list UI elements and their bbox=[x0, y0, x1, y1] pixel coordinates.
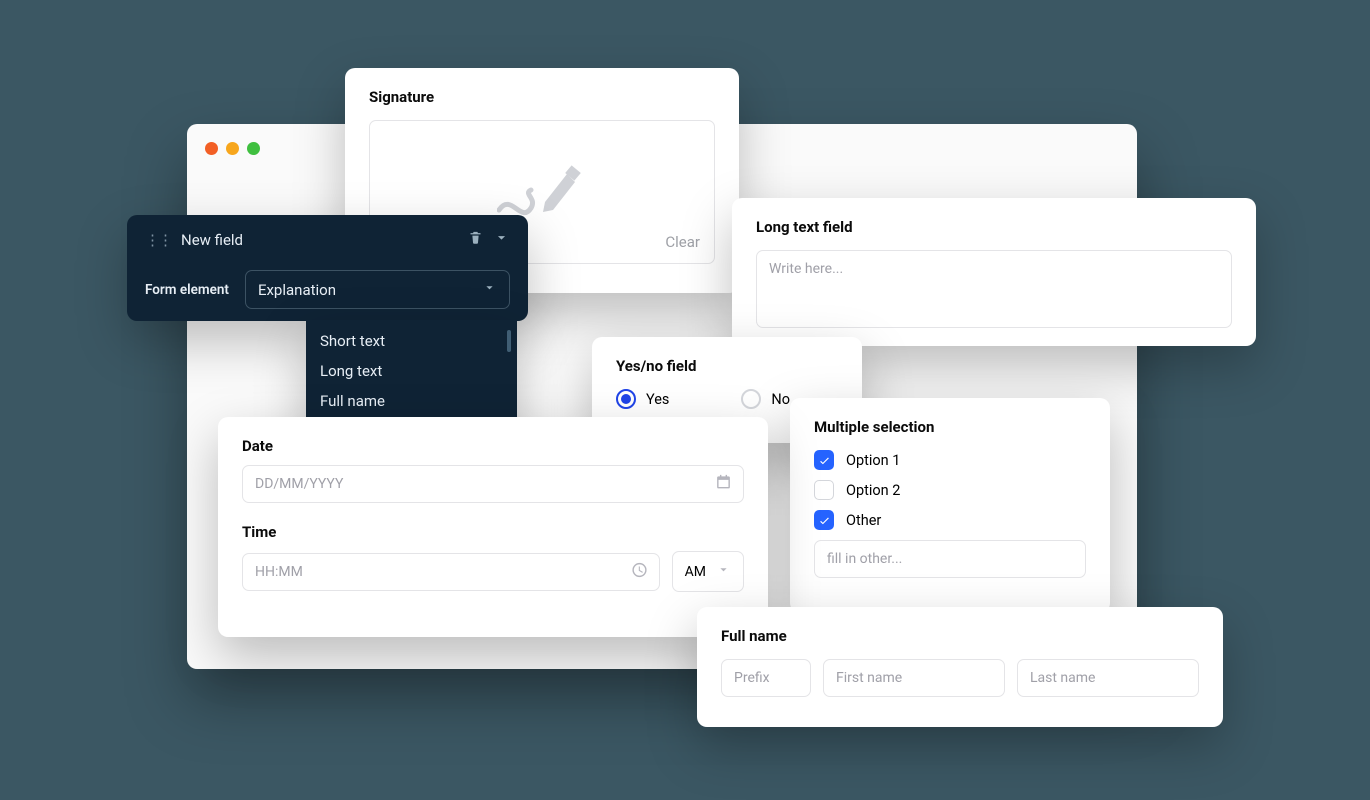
dropdown-option[interactable]: Long text bbox=[306, 356, 517, 386]
form-element-label: Form element bbox=[145, 282, 229, 298]
radio-icon bbox=[741, 389, 761, 409]
checkbox-label: Other bbox=[846, 512, 881, 529]
close-window-icon[interactable] bbox=[205, 142, 218, 155]
calendar-icon[interactable] bbox=[715, 474, 732, 495]
long-text-title: Long text field bbox=[756, 218, 1232, 236]
pen-icon bbox=[497, 162, 587, 222]
checkbox-icon bbox=[814, 510, 834, 530]
signature-title: Signature bbox=[369, 88, 715, 106]
long-text-input[interactable]: Write here... bbox=[756, 250, 1232, 328]
drag-handle-icon[interactable]: ⋮⋮ bbox=[145, 231, 171, 249]
last-name-input[interactable] bbox=[1017, 659, 1199, 697]
form-element-selected: Explanation bbox=[258, 281, 336, 299]
radio-no[interactable]: No bbox=[741, 389, 790, 409]
checkbox-icon bbox=[814, 450, 834, 470]
full-name-title: Full name bbox=[721, 627, 1199, 645]
checkbox-icon bbox=[814, 480, 834, 500]
date-input[interactable] bbox=[242, 465, 744, 503]
long-text-card: Long text field Write here... bbox=[732, 198, 1256, 346]
time-input[interactable] bbox=[242, 553, 660, 591]
checkbox-other[interactable]: Other bbox=[814, 510, 1086, 530]
chevron-down-icon bbox=[482, 280, 497, 299]
full-name-card: Full name bbox=[697, 607, 1223, 727]
trash-icon[interactable] bbox=[468, 230, 483, 249]
checkbox-label: Option 2 bbox=[846, 482, 900, 499]
radio-icon bbox=[616, 389, 636, 409]
prefix-input[interactable] bbox=[721, 659, 811, 697]
date-time-card: Date Time AM bbox=[218, 417, 768, 637]
radio-yes-label: Yes bbox=[646, 391, 669, 408]
radio-yes[interactable]: Yes bbox=[616, 389, 669, 409]
dropdown-scrollbar[interactable] bbox=[507, 330, 511, 352]
checkbox-option-1[interactable]: Option 1 bbox=[814, 450, 1086, 470]
time-label: Time bbox=[242, 523, 744, 541]
other-input[interactable] bbox=[814, 540, 1086, 578]
chevron-down-icon[interactable] bbox=[493, 229, 510, 250]
chevron-down-icon bbox=[716, 562, 731, 581]
dropdown-option[interactable]: Full name bbox=[306, 386, 517, 416]
signature-clear-button[interactable]: Clear bbox=[665, 233, 700, 251]
multiple-selection-card: Multiple selection Option 1 Option 2 Oth… bbox=[790, 398, 1110, 613]
checkbox-option-2[interactable]: Option 2 bbox=[814, 480, 1086, 500]
new-field-panel: ⋮⋮ New field Form element Explanation bbox=[127, 215, 528, 321]
window-traffic-lights bbox=[205, 142, 260, 155]
minimize-window-icon[interactable] bbox=[226, 142, 239, 155]
new-field-title: New field bbox=[181, 231, 243, 249]
multiple-selection-title: Multiple selection bbox=[814, 418, 1086, 436]
maximize-window-icon[interactable] bbox=[247, 142, 260, 155]
checkbox-label: Option 1 bbox=[846, 452, 900, 469]
first-name-input[interactable] bbox=[823, 659, 1005, 697]
dropdown-option[interactable]: Short text bbox=[306, 326, 517, 356]
date-label: Date bbox=[242, 437, 744, 455]
form-element-select[interactable]: Explanation bbox=[245, 270, 510, 309]
am-pm-label: AM bbox=[685, 564, 706, 580]
am-pm-select[interactable]: AM bbox=[672, 551, 744, 592]
yes-no-title: Yes/no field bbox=[616, 357, 838, 375]
long-text-placeholder: Write here... bbox=[769, 261, 843, 277]
radio-no-label: No bbox=[771, 391, 790, 408]
clock-icon[interactable] bbox=[631, 561, 648, 582]
